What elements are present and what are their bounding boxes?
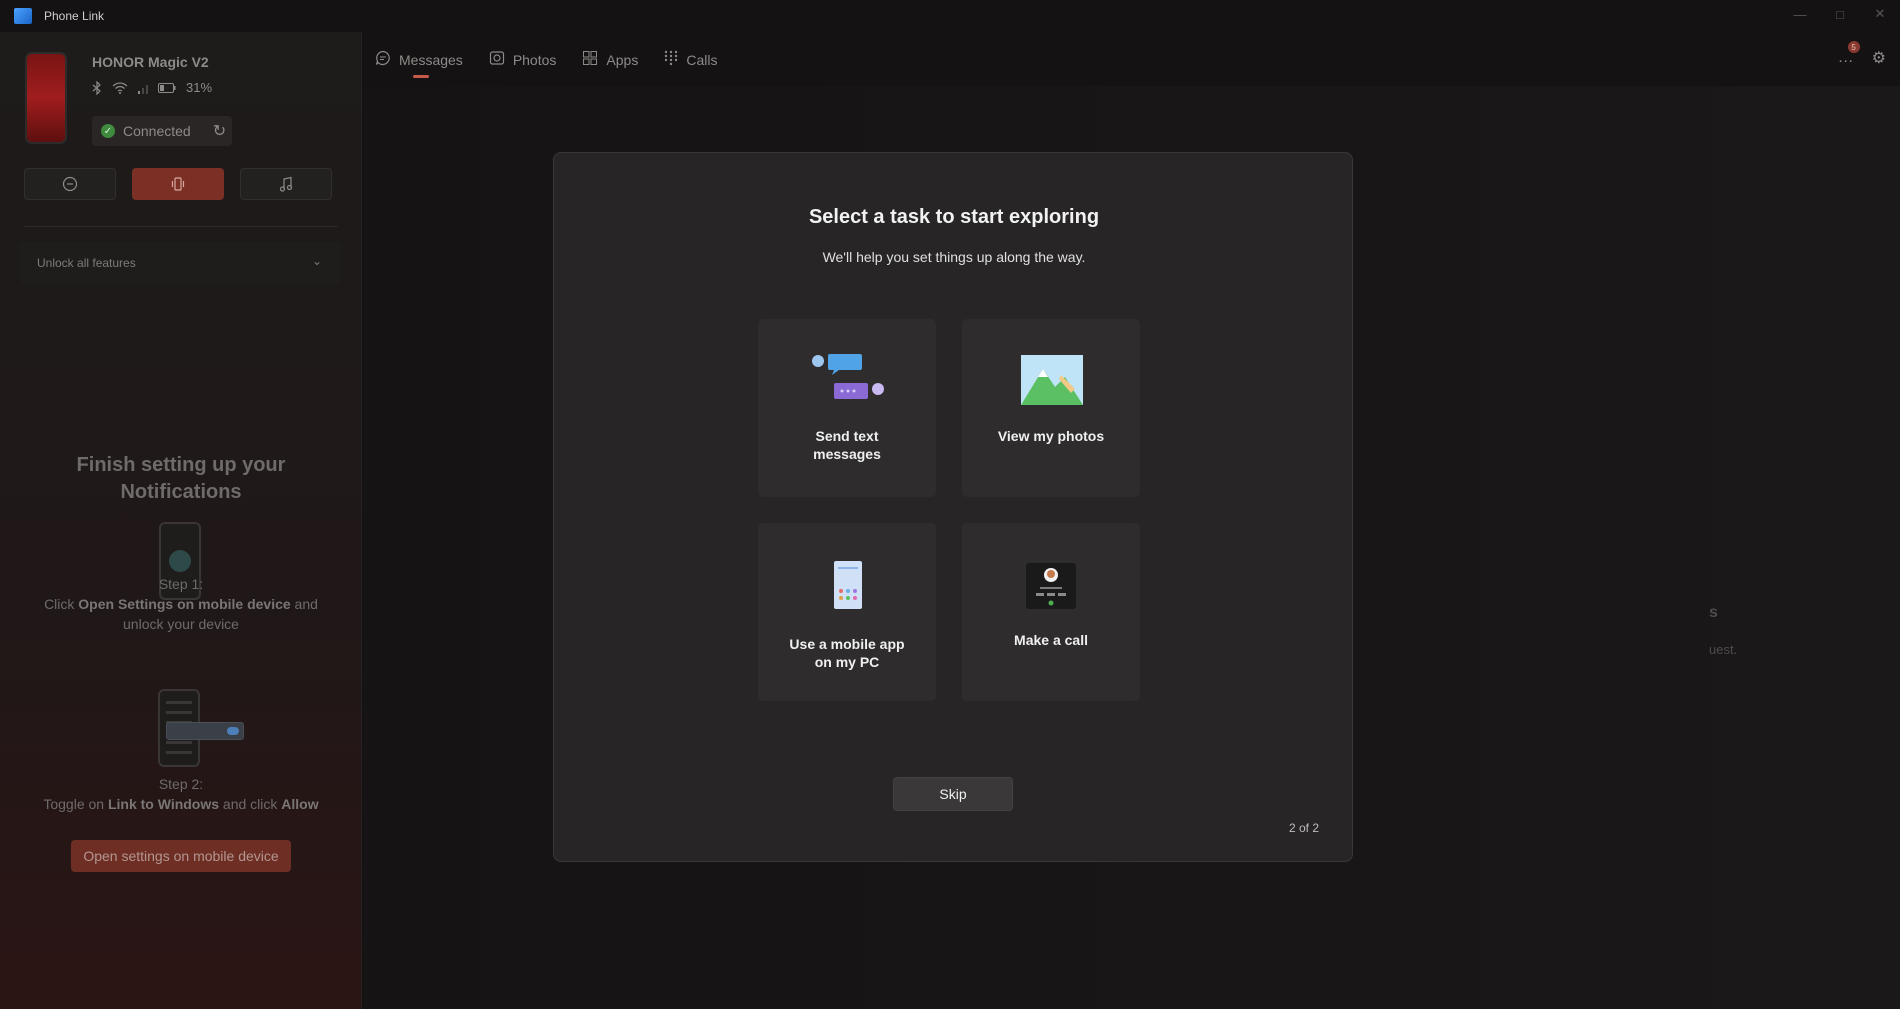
connection-status: ✓ Connected ↻ (92, 116, 232, 146)
phone-link-window: Phone Link — □ ✕ HONOR Magic V2 31% ✓ Co… (0, 0, 1900, 1009)
check-icon: ✓ (101, 124, 115, 138)
dialog-subtitle: We'll help you set things up along the w… (822, 249, 1086, 265)
battery-icon (158, 82, 176, 93)
window-controls: — □ ✕ (1780, 0, 1900, 32)
music-button[interactable] (240, 168, 332, 200)
background-text-fragment: uest. (1709, 642, 1738, 657)
battery-percent: 31% (186, 80, 213, 95)
device-name: HONOR Magic V2 (92, 54, 209, 70)
photo-icon (489, 50, 505, 69)
task-selection-dialog: Select a task to start exploring We'll h… (553, 152, 1353, 862)
setup-notifications-title: Finish setting up your Notifications (76, 454, 286, 503)
apps-icon (582, 50, 598, 69)
card-label-line2: on my PC (814, 654, 880, 670)
open-settings-button[interactable]: Open settings on mobile device (71, 840, 291, 872)
unlock-features-dropdown[interactable]: Unlock all features ⌄ (20, 242, 340, 284)
card-label: Use a mobile app (789, 636, 905, 652)
messages-illustration-icon (812, 354, 884, 399)
call-illustration-icon (1026, 563, 1076, 609)
title-bar: Phone Link — □ ✕ (0, 0, 1900, 32)
vibrate-button[interactable] (132, 168, 224, 200)
close-icon[interactable]: ✕ (1860, 0, 1900, 28)
phone-mode-buttons (24, 168, 332, 200)
do-not-disturb-icon (62, 176, 78, 192)
tab-photos[interactable]: Photos (489, 50, 556, 69)
top-navigation: Messages Photos Apps Calls … 5 ⚙ (363, 32, 1900, 86)
tab-messages[interactable]: Messages (375, 50, 463, 78)
view-my-photos-card[interactable]: View my photos (962, 319, 1140, 497)
toggle-illustration (166, 722, 244, 740)
step1-label: Step 1: (158, 576, 204, 592)
background-heading-fragment: s (1709, 604, 1718, 621)
card-label-line2: messages (813, 446, 881, 462)
step1-instructions-line2: unlock your device (123, 616, 239, 632)
vibrate-icon (171, 177, 185, 191)
card-label: Send text (815, 428, 879, 444)
card-label: View my photos (997, 428, 1105, 444)
connection-label: Connected (123, 123, 191, 139)
bluetooth-icon (92, 80, 102, 95)
dialog-title: Select a task to start exploring (808, 206, 1100, 228)
app-title: Phone Link (44, 9, 105, 23)
tab-bar: Messages Photos Apps Calls (375, 50, 717, 78)
phone-link-logo-icon (14, 8, 32, 24)
make-a-call-card[interactable]: Make a call (962, 523, 1140, 701)
step2-label: Step 2: (158, 776, 204, 792)
photos-illustration-icon (1021, 355, 1083, 405)
notification-badge: 5 (1847, 41, 1860, 53)
step2-instructions: Toggle on Link to Windows and click Allo… (43, 796, 319, 812)
do-not-disturb-button[interactable] (24, 168, 116, 200)
sidebar-divider (24, 226, 338, 227)
device-status-row: 31% (92, 80, 212, 95)
gear-icon[interactable]: ⚙ (1872, 48, 1886, 68)
card-label: Make a call (1014, 632, 1088, 648)
mobile-app-illustration-icon (834, 561, 862, 609)
page-indicator: 2 of 2 (1288, 821, 1319, 835)
use-mobile-app-card[interactable]: Use a mobile app on my PC (758, 523, 936, 701)
tab-apps[interactable]: Apps (582, 50, 638, 69)
phone-thumbnail (25, 52, 67, 144)
sidebar: HONOR Magic V2 31% ✓ Connected ↻ Unlock … (0, 32, 362, 1009)
unlock-label: Unlock all features (37, 256, 136, 270)
dialpad-icon (664, 50, 678, 69)
skip-button[interactable]: Skip (893, 777, 1013, 811)
minimize-icon[interactable]: — (1780, 0, 1820, 28)
music-note-icon (279, 176, 293, 192)
top-right-actions: … 5 ⚙ (1838, 41, 1886, 68)
lock-icon (169, 550, 191, 572)
step1-instructions: Click Open Settings on mobile device and (44, 596, 318, 612)
chat-icon (375, 50, 391, 69)
notifications-button[interactable]: … 5 (1838, 41, 1860, 67)
send-text-messages-card[interactable]: Send text messages (758, 319, 936, 497)
wifi-icon (112, 81, 128, 94)
chevron-down-icon: ⌄ (311, 254, 322, 268)
refresh-icon[interactable]: ↻ (213, 121, 226, 141)
maximize-icon[interactable]: □ (1820, 0, 1860, 28)
tab-calls[interactable]: Calls (664, 50, 717, 69)
signal-icon (138, 82, 148, 94)
